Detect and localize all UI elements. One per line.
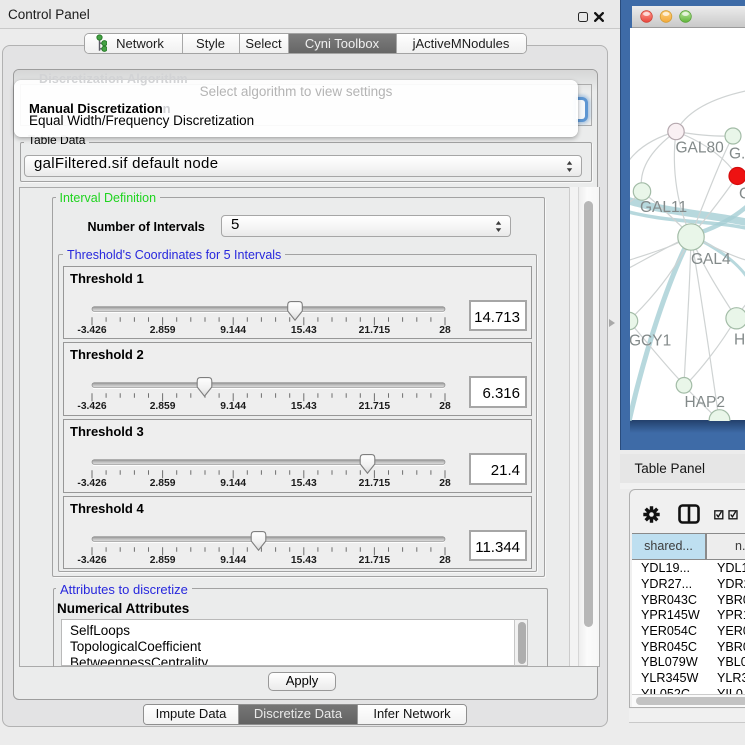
svg-text:15.43: 15.43 [291,478,317,489]
svg-text:15.43: 15.43 [291,401,317,412]
svg-text:21.715: 21.715 [359,325,391,336]
svg-text:GAL11: GAL11 [640,199,687,216]
svg-text:15.43: 15.43 [291,555,317,566]
svg-text:21.715: 21.715 [359,555,391,566]
svg-text:9.144: 9.144 [220,555,246,566]
svg-text:9.144: 9.144 [220,325,246,336]
svg-text:HAP2: HAP2 [685,394,726,411]
svg-text:GCY1: GCY1 [630,332,671,349]
svg-text:2.859: 2.859 [150,478,176,489]
svg-text:21.715: 21.715 [359,478,391,489]
svg-text:9.144: 9.144 [220,401,246,412]
svg-text:28: 28 [439,325,451,336]
svg-text:2.859: 2.859 [150,325,176,336]
svg-text:21.715: 21.715 [359,401,391,412]
svg-text:-3.426: -3.426 [77,478,106,489]
svg-text:H: H [734,331,745,348]
svg-text:G.: G. [729,145,745,162]
svg-text:GAL80: GAL80 [676,139,725,156]
svg-text:2.859: 2.859 [150,401,176,412]
svg-text:28: 28 [439,401,451,412]
svg-text:-3.426: -3.426 [77,401,106,412]
svg-text:28: 28 [439,478,451,489]
svg-text:-3.426: -3.426 [77,555,106,566]
svg-text:-3.426: -3.426 [77,325,106,336]
svg-text:GAL4: GAL4 [691,251,731,268]
svg-text:28: 28 [439,555,451,566]
svg-text:9.144: 9.144 [220,478,246,489]
svg-text:2.859: 2.859 [150,555,176,566]
svg-text:C: C [739,185,745,202]
svg-text:15.43: 15.43 [291,325,317,336]
